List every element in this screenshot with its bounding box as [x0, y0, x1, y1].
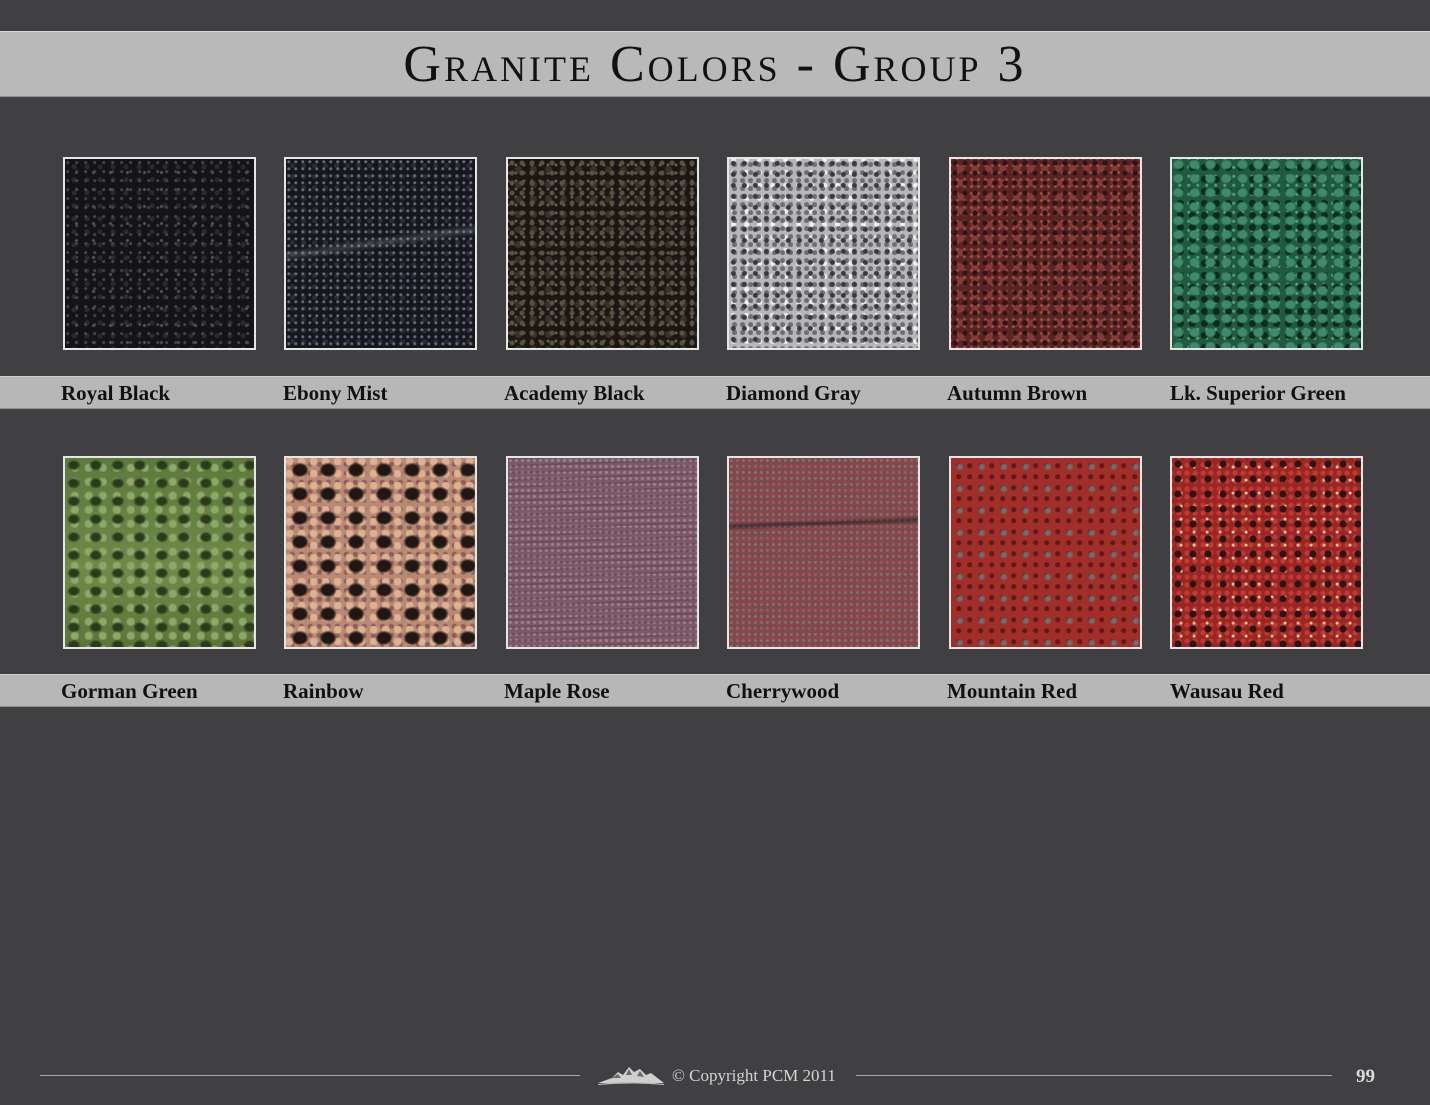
swatch-label: Mountain Red	[947, 679, 1078, 703]
swatch-label: Academy Black	[504, 381, 645, 405]
swatch-autumn-brown	[949, 157, 1142, 350]
page-title: Granite Colors - Group 3	[403, 36, 1027, 93]
swatch-label: Maple Rose	[504, 679, 610, 703]
title-band: Granite Colors - Group 3	[0, 31, 1430, 97]
swatch-royal-black	[63, 157, 256, 350]
swatch-ebony-mist	[284, 157, 477, 350]
swatch-maple-rose	[506, 456, 699, 649]
swatch-label: Gorman Green	[61, 679, 198, 703]
swatch-lk-superior-green	[1170, 157, 1363, 350]
swatch-label: Rainbow	[283, 679, 364, 703]
swatch-label: Autumn Brown	[947, 381, 1088, 405]
footer-rule-right	[856, 1075, 1332, 1076]
swatch-label: Ebony Mist	[283, 381, 388, 405]
swatch-label: Cherrywood	[726, 679, 840, 703]
page-number: 99	[1356, 1066, 1375, 1087]
swatch-rainbow	[284, 456, 477, 649]
label-band-row-1: Royal Black Ebony Mist Academy Black Dia…	[0, 376, 1430, 409]
swatch-diamond-gray	[727, 157, 920, 350]
swatch-label: Diamond Gray	[726, 381, 861, 405]
swatch-academy-black	[506, 157, 699, 350]
label-band-row-2: Gorman Green Rainbow Maple Rose Cherrywo…	[0, 674, 1430, 707]
swatch-label: Lk. Superior Green	[1170, 381, 1346, 405]
swatch-wausau-red	[1170, 456, 1363, 649]
copyright-text: © Copyright PCM 2011	[672, 1066, 836, 1085]
swatch-gorman-green	[63, 456, 256, 649]
swatch-label: Royal Black	[61, 381, 171, 405]
swatch-label: Wausau Red	[1170, 679, 1284, 703]
swatch-mountain-red	[949, 456, 1142, 649]
footer-rule-left	[40, 1075, 580, 1076]
swatch-cherrywood	[727, 456, 920, 649]
mountain-logo-icon	[598, 1067, 664, 1085]
